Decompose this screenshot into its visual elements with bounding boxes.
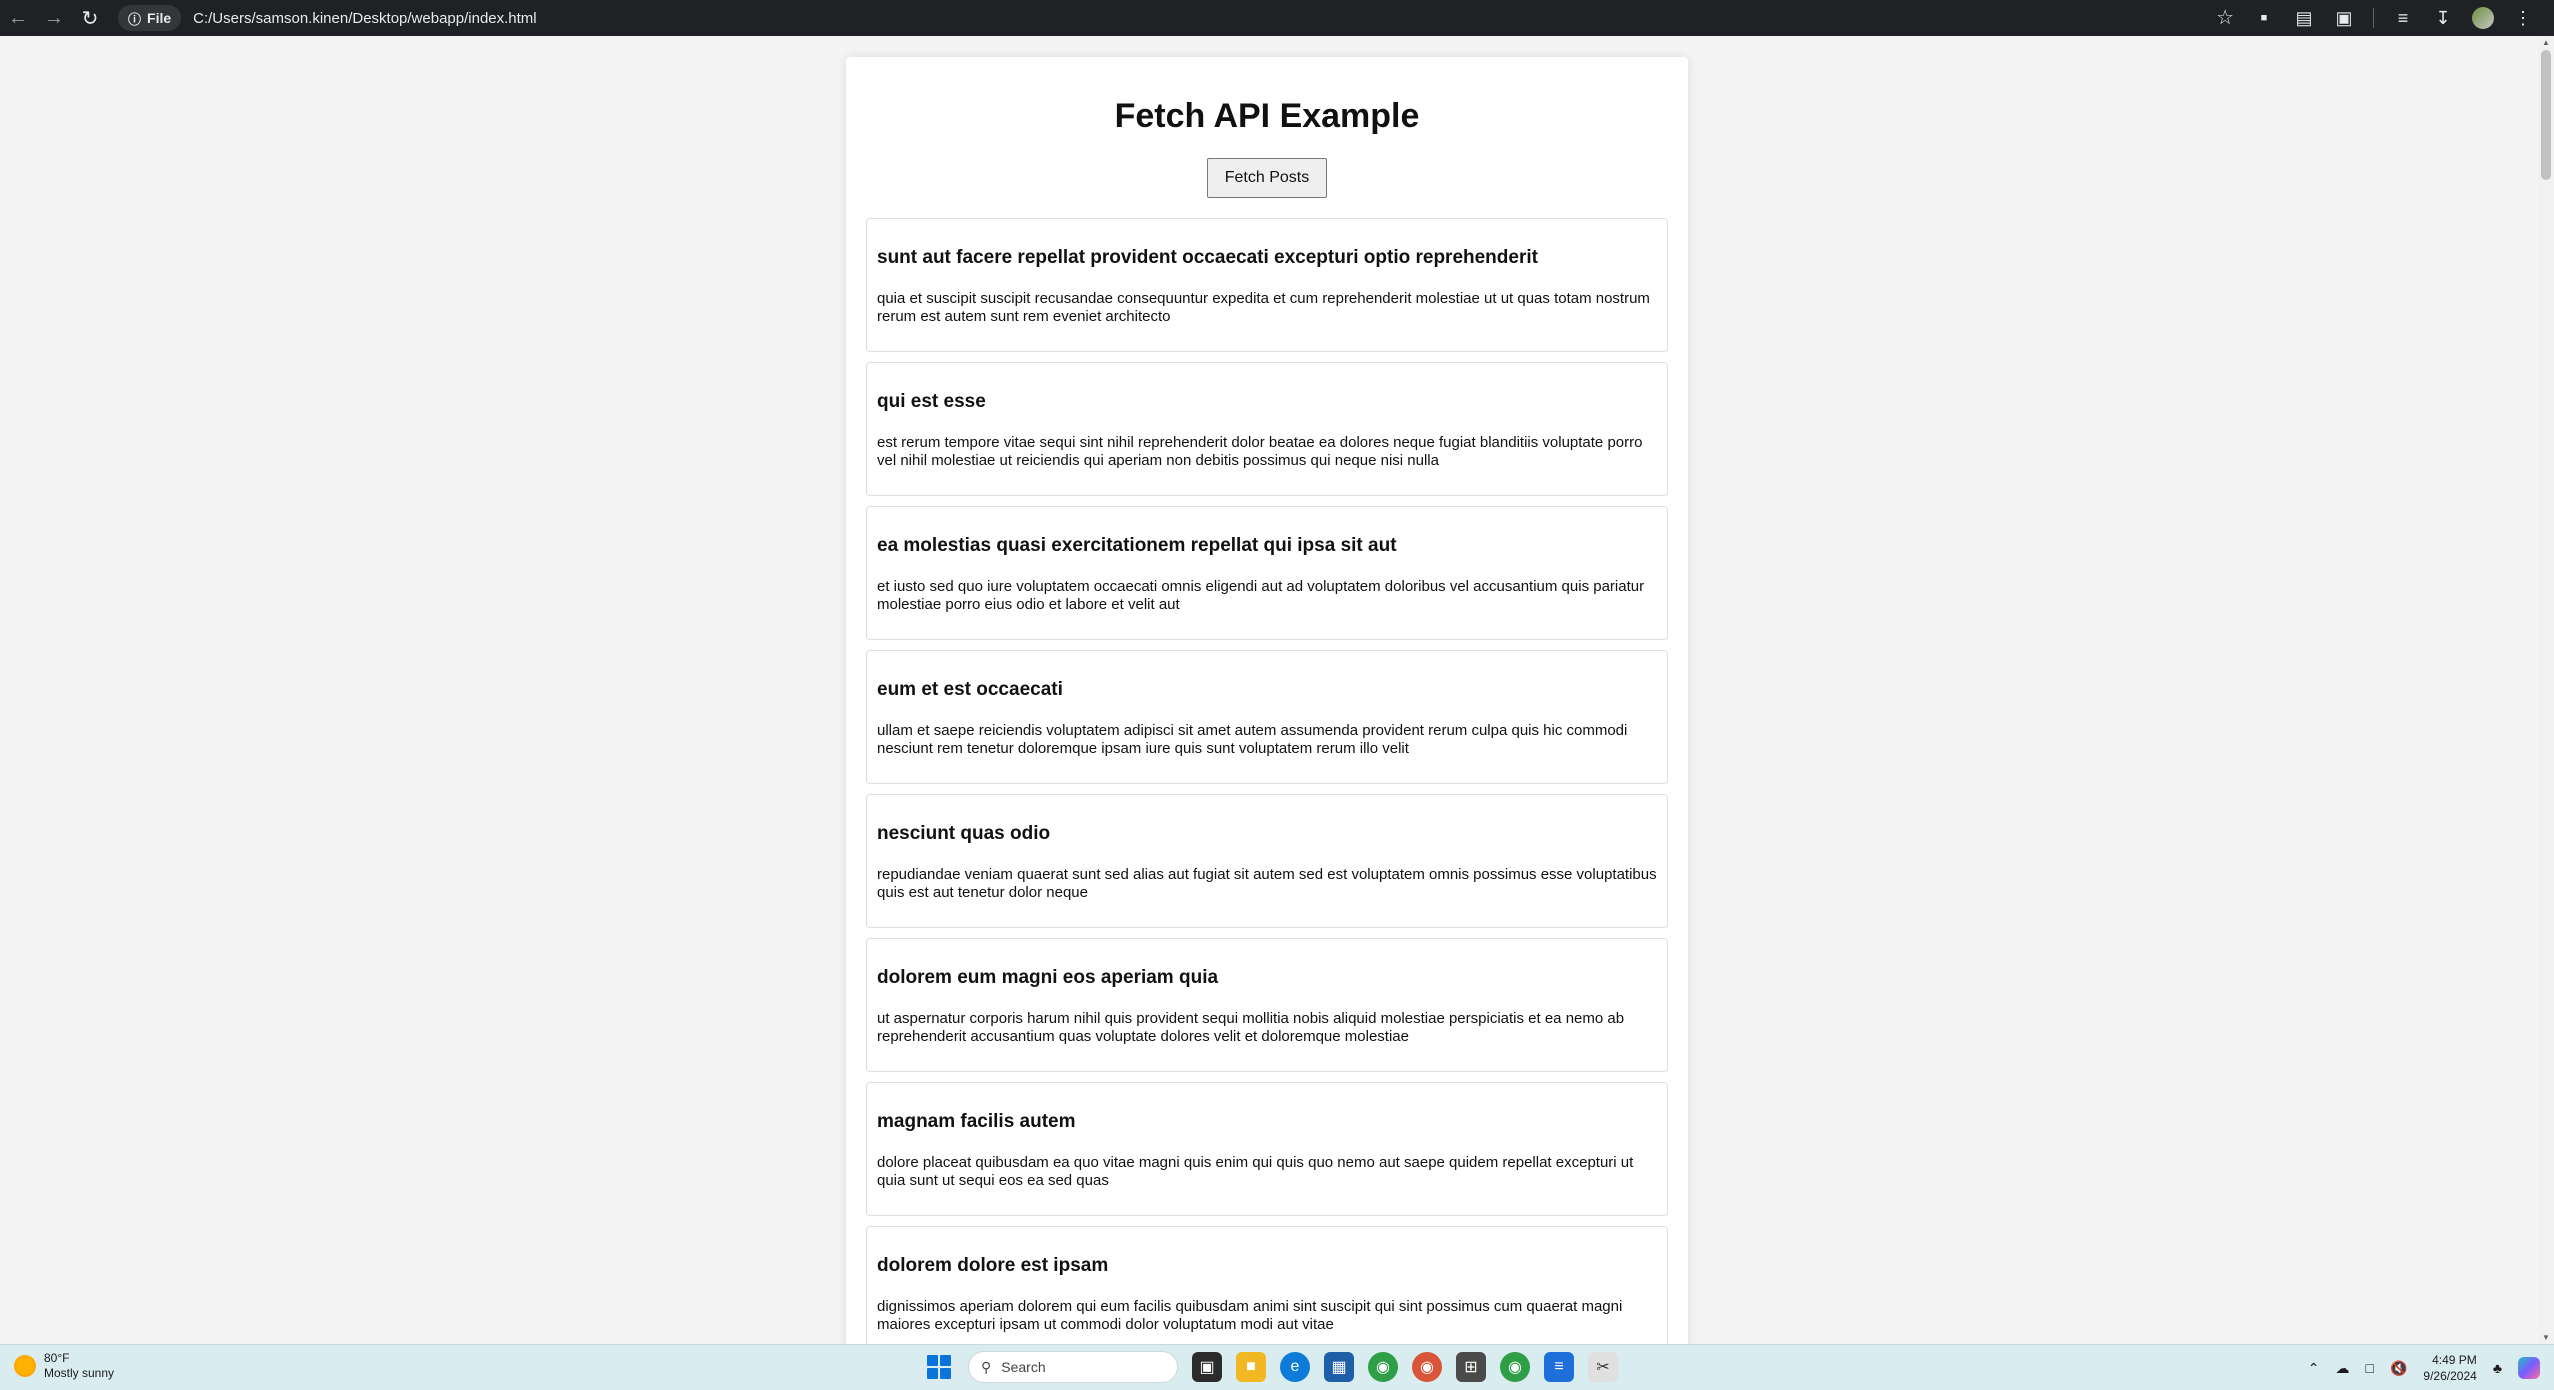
snipping-tool-icon[interactable]: ✂ [1588, 1352, 1618, 1382]
post-body: dolore placeat quibusdam ea quo vitae ma… [877, 1154, 1634, 1189]
notification-bell-icon[interactable]: ♣ [2493, 1360, 2502, 1376]
bookmark-star-icon[interactable]: ☆ [2216, 5, 2234, 30]
site-info-chip[interactable]: ⓘ File [118, 5, 182, 31]
page-viewport: Fetch API Example Fetch Posts sunt aut f… [0, 36, 2538, 1344]
file-explorer-icon[interactable]: ■ [1236, 1352, 1266, 1382]
url-text[interactable]: C:/Users/samson.kinen/Desktop/webapp/ind… [193, 10, 537, 27]
task-view-icon[interactable]: ▣ [1192, 1352, 1222, 1382]
notepad-icon[interactable]: ≡ [1544, 1352, 1574, 1382]
post-title: qui est esse [877, 391, 986, 412]
copilot-icon[interactable] [2518, 1357, 2540, 1379]
chevron-up-icon[interactable]: ⌃ [2308, 1360, 2320, 1377]
post-card: eum et est occaecati ullam et saepe reici… [866, 650, 1668, 784]
scroll-down-icon[interactable]: ▼ [2541, 1333, 2551, 1342]
weather-temp: 80°F [44, 1351, 70, 1365]
weather-widget[interactable]: 80°F Mostly sunny [14, 1351, 114, 1381]
sun-icon [14, 1355, 36, 1377]
post-card: qui est esse est rerum tempore vitae sequ… [866, 362, 1668, 496]
post-body: ullam et saepe reiciendis voluptatem adi… [877, 722, 1628, 757]
fetch-posts-button[interactable]: Fetch Posts [1206, 158, 1328, 198]
search-icon: ⚲ [981, 1358, 992, 1375]
system-tray: ⌃ ☁ □ 🔇 4:49 PM 9/26/2024 ♣ [2308, 1345, 2554, 1390]
menu-kebab-icon[interactable]: ⋮ [2512, 7, 2534, 29]
chrome-active-icon[interactable]: ◉ [1500, 1352, 1530, 1382]
post-card: ea molestias quasi exercitationem repell… [866, 506, 1668, 640]
clock-date: 9/26/2024 [2423, 1369, 2477, 1383]
calculator-icon[interactable]: ⊞ [1456, 1352, 1486, 1382]
post-title: eum et est occaecati [877, 679, 1063, 700]
post-title: dolorem eum magni eos aperiam quia [877, 967, 1219, 988]
taskbar-search[interactable]: ⚲ Search [968, 1351, 1178, 1383]
post-body: et iusto sed quo iure voluptatem occaeca… [877, 578, 1645, 613]
onedrive-icon[interactable]: ☁ [2336, 1360, 2350, 1377]
post-card: nesciunt quas odio repudiandae veniam qua… [866, 794, 1668, 928]
reload-icon[interactable]: ↻ [72, 0, 108, 36]
network-icon[interactable]: □ [2366, 1360, 2374, 1376]
forward-arrow-icon[interactable]: → [36, 0, 72, 36]
windows-taskbar: 80°F Mostly sunny ⚲ Search ▣ ■ e ▦ ◉ ◉ ⊞… [0, 1344, 2554, 1390]
post-body: repudiandae veniam quaerat sunt sed alia… [877, 866, 1657, 901]
page-scrollbar[interactable]: ▲ ▼ [2538, 36, 2554, 1344]
browser-toolbar: ← → ↻ ⓘ File C:/Users/samson.kinen/Deskt… [0, 0, 2554, 36]
posts-list: sunt aut facere repellat provident occae… [866, 218, 1668, 1344]
post-title: ea molestias quasi exercitationem repell… [877, 535, 1397, 556]
clock[interactable]: 4:49 PM 9/26/2024 [2423, 1352, 2476, 1384]
profile-avatar[interactable] [2472, 7, 2494, 29]
post-title: dolorem dolore est ipsam [877, 1255, 1109, 1276]
post-body: quia et suscipit suscipit recusandae con… [877, 290, 1650, 325]
post-body: ut aspernatur corporis harum nihil quis … [877, 1010, 1625, 1045]
download-icon[interactable]: ↧ [2432, 7, 2454, 29]
edge-browser-icon[interactable]: e [1280, 1352, 1310, 1382]
toolbar-right: ■ ▤ ▣ ≡ ↧ ⋮ [2253, 0, 2554, 36]
post-card: magnam facilis autem dolore placeat quibu… [866, 1082, 1668, 1216]
post-body: est rerum tempore vitae sequi sint nihil… [877, 434, 1643, 469]
volume-muted-icon[interactable]: 🔇 [2390, 1360, 2407, 1377]
sidebar-icon[interactable]: ▤ [2293, 7, 2315, 29]
weather-desc: Mostly sunny [44, 1366, 115, 1380]
chrome-profile-icon[interactable]: ◉ [1412, 1352, 1442, 1382]
info-icon: ⓘ [128, 11, 142, 27]
post-card: dolorem eum magni eos aperiam quia ut asp… [866, 938, 1668, 1072]
scroll-up-icon[interactable]: ▲ [2541, 38, 2551, 47]
content-card: Fetch API Example Fetch Posts sunt aut f… [846, 57, 1688, 1344]
scroll-thumb[interactable] [2541, 50, 2551, 180]
post-card: sunt aut facere repellat provident occae… [866, 218, 1668, 352]
post-title: magnam facilis autem [877, 1111, 1076, 1132]
store-icon[interactable]: ▦ [1324, 1352, 1354, 1382]
search-placeholder: Search [1001, 1359, 1046, 1375]
toolbar-divider [2373, 8, 2374, 28]
back-arrow-icon[interactable]: ← [0, 0, 36, 36]
page-title: Fetch API Example [1114, 97, 1420, 135]
start-windows-icon[interactable] [924, 1352, 954, 1382]
post-card: dolorem dolore est ipsam dignissimos aper… [866, 1226, 1668, 1344]
chrome-icon[interactable]: ◉ [1368, 1352, 1398, 1382]
extensions-puzzle-icon[interactable]: ▣ [2333, 7, 2355, 29]
address-bar[interactable]: ⓘ File C:/Users/samson.kinen/Desktop/web… [118, 3, 2246, 33]
post-title: nesciunt quas odio [877, 823, 1051, 844]
post-title: sunt aut facere repellat provident occae… [877, 247, 1538, 268]
clock-time: 4:49 PM [2432, 1353, 2477, 1367]
post-body: dignissimos aperiam dolorem qui eum faci… [877, 1298, 1623, 1333]
extension-icon[interactable]: ■ [2253, 7, 2275, 29]
taskbar-apps: ⚲ Search ▣ ■ e ▦ ◉ ◉ ⊞ ◉ ≡ ✂ [924, 1351, 1618, 1383]
media-queue-icon[interactable]: ≡ [2392, 7, 2414, 29]
site-chip-label: File [147, 10, 172, 26]
